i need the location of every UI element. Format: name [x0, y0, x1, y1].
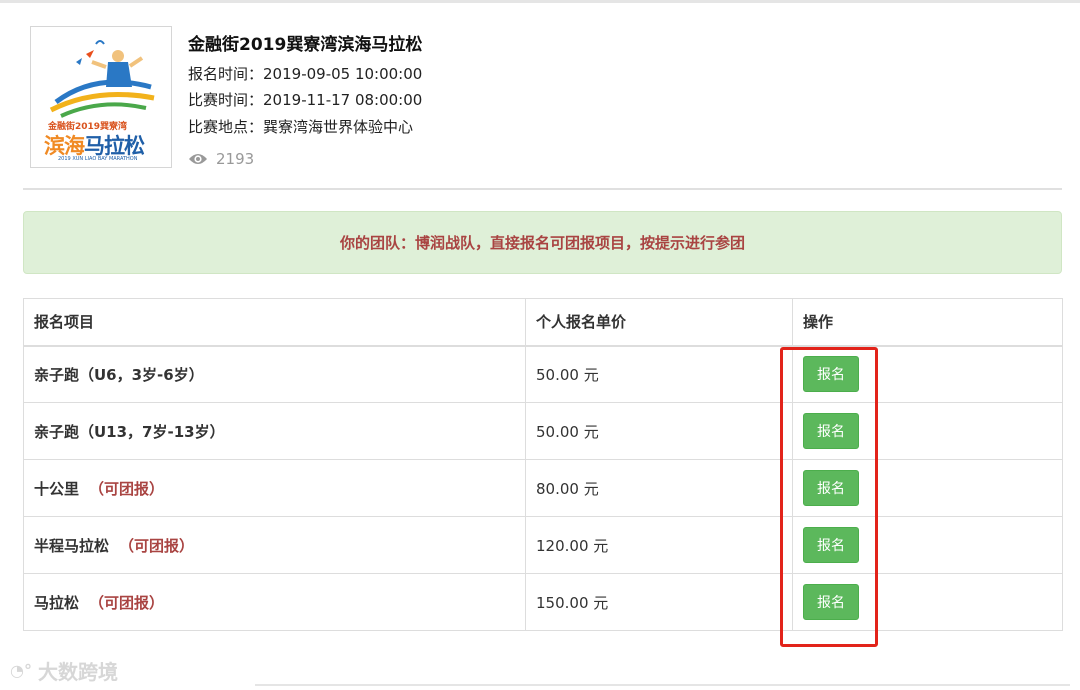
poster-line2b: 马拉松	[84, 134, 145, 158]
registration-time-value: 2019-09-05 10:00:00	[263, 65, 423, 83]
table-row: 亲子跑（U6，3岁-6岁） 50.00 元 报名	[23, 345, 1063, 403]
registration-time-label: 报名时间：	[188, 65, 264, 83]
watermark-text: 大数跨境	[37, 660, 118, 684]
group-tag: （可团报）	[89, 479, 165, 498]
poster-art: 金融街2019巽寮湾 滨海马拉松 2019 XUN LIAO BAY MARAT…	[36, 32, 166, 162]
item-name: 马拉松	[34, 593, 80, 612]
register-button[interactable]: 报名	[803, 413, 859, 449]
bottom-divider	[255, 684, 1070, 686]
header-price: 个人报名单价	[525, 298, 793, 347]
table-row: 马拉松 （可团报） 150.00 元 报名	[23, 573, 1063, 631]
race-time-label: 比赛时间：	[188, 91, 264, 109]
registration-time-row: 报名时间：2019-09-05 10:00:00	[188, 63, 422, 84]
runner-logo-icon	[49, 40, 155, 118]
poster-line2a: 滨海	[44, 134, 85, 158]
top-divider	[0, 0, 1080, 3]
event-title[interactable]: 金融街2019巽寮湾滨海马拉松	[188, 30, 422, 55]
item-name-cell: 亲子跑（U6，3岁-6岁）	[23, 345, 526, 403]
item-action-cell: 报名	[792, 345, 1063, 403]
table-row: 半程马拉松 （可团报） 120.00 元 报名	[23, 516, 1063, 574]
race-time-row: 比赛时间：2019-11-17 08:00:00	[188, 89, 422, 110]
view-count: 2193	[188, 150, 254, 168]
item-name: 十公里	[34, 479, 80, 498]
venue-value: 巽寮湾海世界体验中心	[263, 118, 414, 136]
register-button[interactable]: 报名	[803, 356, 859, 393]
item-action-cell: 报名	[792, 516, 1063, 574]
item-price: 50.00 元	[525, 402, 793, 460]
venue-row: 比赛地点：巽寮湾海世界体验中心	[188, 116, 413, 137]
event-card: 金融街2019巽寮湾 滨海马拉松 2019 XUN LIAO BAY MARAT…	[30, 26, 1062, 174]
eye-icon	[189, 154, 207, 164]
watermark-logo-icon: ◔°	[10, 661, 32, 680]
venue-label: 比赛地点：	[188, 118, 264, 136]
table-header-row: 报名项目 个人报名单价 操作	[23, 298, 1063, 347]
group-tag: （可团报）	[89, 593, 165, 612]
item-name-cell: 亲子跑（U13，7岁-13岁）	[23, 402, 526, 460]
item-price: 150.00 元	[525, 573, 793, 631]
item-price: 50.00 元	[525, 345, 793, 403]
item-action-cell: 报名	[792, 573, 1063, 631]
item-price: 120.00 元	[525, 516, 793, 574]
team-notice: 你的团队：博润战队，直接报名可团报项目，按提示进行参团	[23, 211, 1062, 274]
item-action-cell: 报名	[792, 402, 1063, 460]
group-tag: （可团报）	[119, 536, 195, 555]
registration-table: 报名项目 个人报名单价 操作 亲子跑（U6，3岁-6岁） 50.00 元 报名 …	[23, 298, 1063, 631]
item-name: 半程马拉松	[34, 536, 110, 555]
view-count-value: 2193	[216, 150, 255, 168]
table-row: 十公里 （可团报） 80.00 元 报名	[23, 459, 1063, 517]
register-button[interactable]: 报名	[803, 584, 859, 620]
table-row: 亲子跑（U13，7岁-13岁） 50.00 元 报名	[23, 402, 1063, 460]
item-price: 80.00 元	[525, 459, 793, 517]
poster-line3: 2019 XUN LIAO BAY MARATHON	[58, 156, 138, 162]
item-name-cell: 半程马拉松 （可团报）	[23, 516, 526, 574]
register-button[interactable]: 报名	[803, 470, 859, 506]
item-name: 亲子跑（U6，3岁-6岁）	[34, 365, 204, 384]
watermark: ◔° 大数跨境	[10, 656, 118, 685]
item-name-cell: 十公里 （可团报）	[23, 459, 526, 517]
item-name: 亲子跑（U13，7岁-13岁）	[34, 422, 225, 441]
header-item: 报名项目	[23, 298, 526, 347]
header-action: 操作	[792, 298, 1063, 347]
event-poster[interactable]: 金融街2019巽寮湾 滨海马拉松 2019 XUN LIAO BAY MARAT…	[30, 26, 172, 168]
register-button[interactable]: 报名	[803, 527, 859, 563]
item-action-cell: 报名	[792, 459, 1063, 517]
section-divider	[23, 188, 1062, 190]
item-name-cell: 马拉松 （可团报）	[23, 573, 526, 631]
race-time-value: 2019-11-17 08:00:00	[263, 91, 423, 109]
